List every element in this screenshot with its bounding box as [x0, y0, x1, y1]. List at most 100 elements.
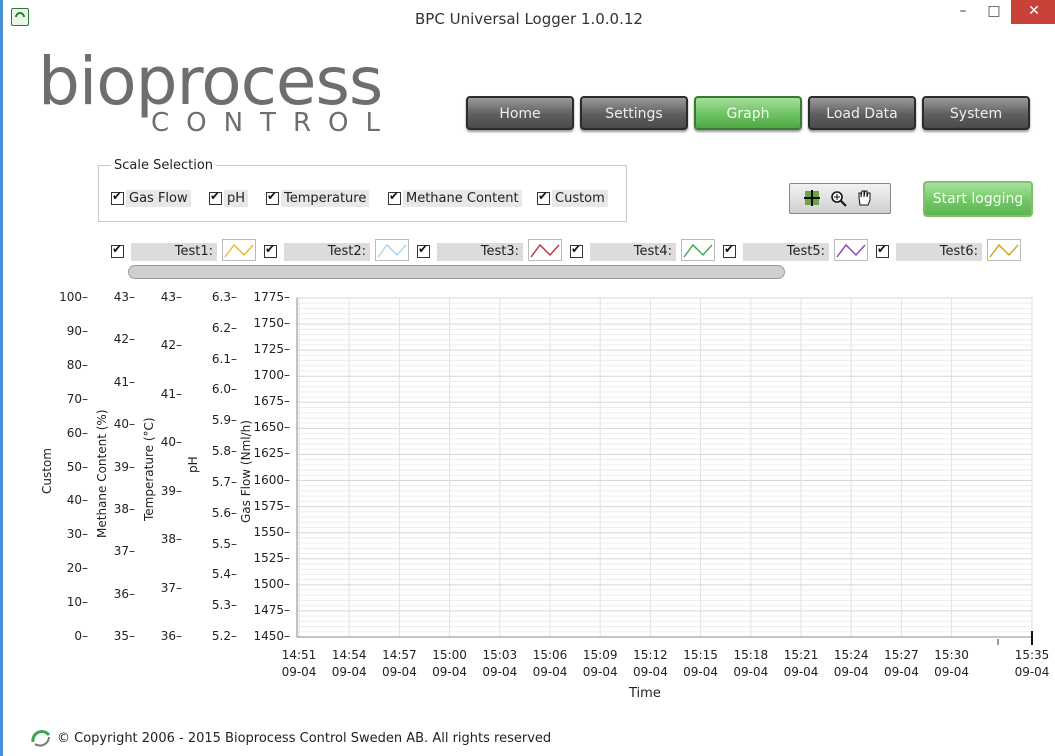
y-tick-label: 70– [66, 391, 88, 406]
y-tick-label: 6.1– [211, 351, 237, 366]
y-tick-label: 5.2– [211, 629, 237, 643]
y-tick-label: 39– [160, 483, 182, 498]
custom-checkbox[interactable] [537, 189, 550, 205]
y-tick-label: 5.9– [211, 413, 237, 428]
x-tick-date: 09-04 [683, 665, 719, 679]
nav-graph-button[interactable]: Graph [694, 96, 802, 130]
legend-swatch-test4[interactable] [681, 239, 715, 261]
legend-checkbox-test5[interactable] [723, 242, 736, 258]
y-tick-label: 90– [66, 323, 88, 338]
y-axis-title: Custom [40, 448, 54, 494]
nav-home-button[interactable]: Home [466, 96, 574, 130]
y-tick-label: 5.8– [211, 444, 237, 459]
y-tick-label: 1525– [253, 550, 290, 565]
methane-content-label: Methane Content [403, 190, 522, 207]
y-tick-label: 40– [160, 435, 182, 450]
legend-scrollbar[interactable] [128, 265, 785, 279]
y-tick-label: 1600– [253, 472, 290, 487]
x-tick-time: 14:51 [281, 648, 317, 662]
legend-checkbox-test2[interactable] [264, 242, 277, 258]
legend-checkbox-test4[interactable] [570, 242, 583, 258]
legend-swatch-test3[interactable] [528, 239, 562, 261]
y-axis-title: Temperature (°C) [142, 417, 156, 521]
y-axis-title: pH [186, 456, 200, 473]
y-tick-label: 100– [59, 290, 88, 304]
x-tick-date: 09-04 [432, 665, 468, 679]
legend-checkbox-test3[interactable] [417, 242, 430, 258]
cursor-crosshair-icon[interactable] [802, 189, 822, 209]
y-tick-label: 43– [160, 290, 182, 304]
plot-area [296, 297, 1033, 638]
y-tick-label: 60– [66, 425, 88, 440]
x-tick-date: 09-04 [934, 665, 970, 679]
pan-hand-icon[interactable] [854, 189, 874, 209]
gas-flow-checkbox[interactable] [111, 189, 124, 205]
legend-label-test5: Test5: [743, 243, 829, 261]
y-tick-label: 50– [66, 459, 88, 474]
x-tick-time: 15:30 [934, 648, 969, 662]
y-tick-label: 5.3– [211, 598, 237, 613]
y-tick-label: 5.6– [211, 505, 237, 520]
y-tick-label: 1725– [253, 342, 290, 357]
y-tick-label: 1550– [253, 524, 290, 539]
y-tick-label: 40– [113, 417, 135, 432]
y-tick-label: 5.4– [211, 567, 237, 582]
y-tick-label: 1750– [253, 316, 290, 331]
x-tick-time: 14:57 [382, 648, 417, 662]
y-tick-label: 41– [160, 386, 182, 401]
x-tick-time: 15:21 [783, 648, 819, 662]
temperature-label: Temperature [281, 190, 370, 207]
custom-label: Custom [552, 190, 608, 207]
y-tick-label: 5.7– [211, 474, 237, 489]
legend-label-test4: Test4: [590, 243, 676, 261]
ph-checkbox[interactable] [209, 189, 222, 205]
y-tick-label: 5.5– [211, 536, 237, 551]
y-tick-label: 1700– [253, 368, 290, 383]
x-tick-date: 09-04 [582, 665, 618, 679]
graph-tools-palette [789, 183, 891, 214]
minimize-button[interactable]: – [949, 0, 977, 24]
y-tick-label: 40– [66, 493, 88, 508]
zoom-icon[interactable] [828, 189, 848, 209]
y-tick-label: 1675– [253, 394, 290, 409]
x-tick-time: 15:27 [884, 648, 919, 662]
y-tick-label: 37– [113, 544, 135, 559]
y-tick-label: 38– [113, 501, 135, 516]
y-tick-label: 0– [74, 629, 88, 643]
start-logging-button[interactable]: Start logging [923, 181, 1033, 217]
x-tick-date: 09-04 [482, 665, 518, 679]
y-axis-title: Methane Content (%) [95, 409, 109, 538]
title-bar: BPC Universal Logger 1.0.0.12 – □ ✕ [3, 0, 1055, 38]
gas-flow-label: Gas Flow [126, 190, 191, 207]
y-tick-label: 1450– [253, 629, 290, 643]
y-tick-label: 1625– [253, 446, 290, 461]
footer-logo-icon [31, 730, 51, 747]
scale-selection-title: Scale Selection [111, 158, 217, 173]
legend-swatch-test1[interactable] [222, 239, 256, 261]
temperature-checkbox[interactable] [266, 189, 279, 205]
x-tick-time: 15:03 [482, 648, 518, 662]
close-button[interactable]: ✕ [1011, 0, 1055, 24]
x-tick-date: 09-04 [833, 665, 869, 679]
methane-content-checkbox[interactable] [388, 189, 401, 205]
legend-label-test6: Test6: [896, 243, 982, 261]
nav-load-data-button[interactable]: Load Data [808, 96, 916, 130]
x-tick-date: 09-04 [733, 665, 769, 679]
x-tick-time: 15:06 [532, 648, 568, 662]
x-tick-date: 09-04 [381, 665, 417, 679]
y-tick-label: 38– [160, 532, 182, 547]
y-tick-label: 1500– [253, 576, 290, 591]
nav-settings-button[interactable]: Settings [580, 96, 688, 130]
legend-swatch-test2[interactable] [375, 239, 409, 261]
x-tick-time: 14:54 [331, 648, 367, 662]
x-tick-time: 15:18 [733, 648, 769, 662]
legend-checkbox-test6[interactable] [876, 242, 889, 258]
y-tick-label: 10– [66, 595, 88, 610]
legend-swatch-test6[interactable] [987, 239, 1021, 261]
y-tick-label: 36– [160, 629, 182, 643]
legend-checkbox-test1[interactable] [111, 242, 124, 258]
legend-swatch-test5[interactable] [834, 239, 868, 261]
maximize-button[interactable]: □ [980, 0, 1008, 24]
nav-system-button[interactable]: System [922, 96, 1030, 130]
y-tick-label: 42– [113, 332, 135, 347]
